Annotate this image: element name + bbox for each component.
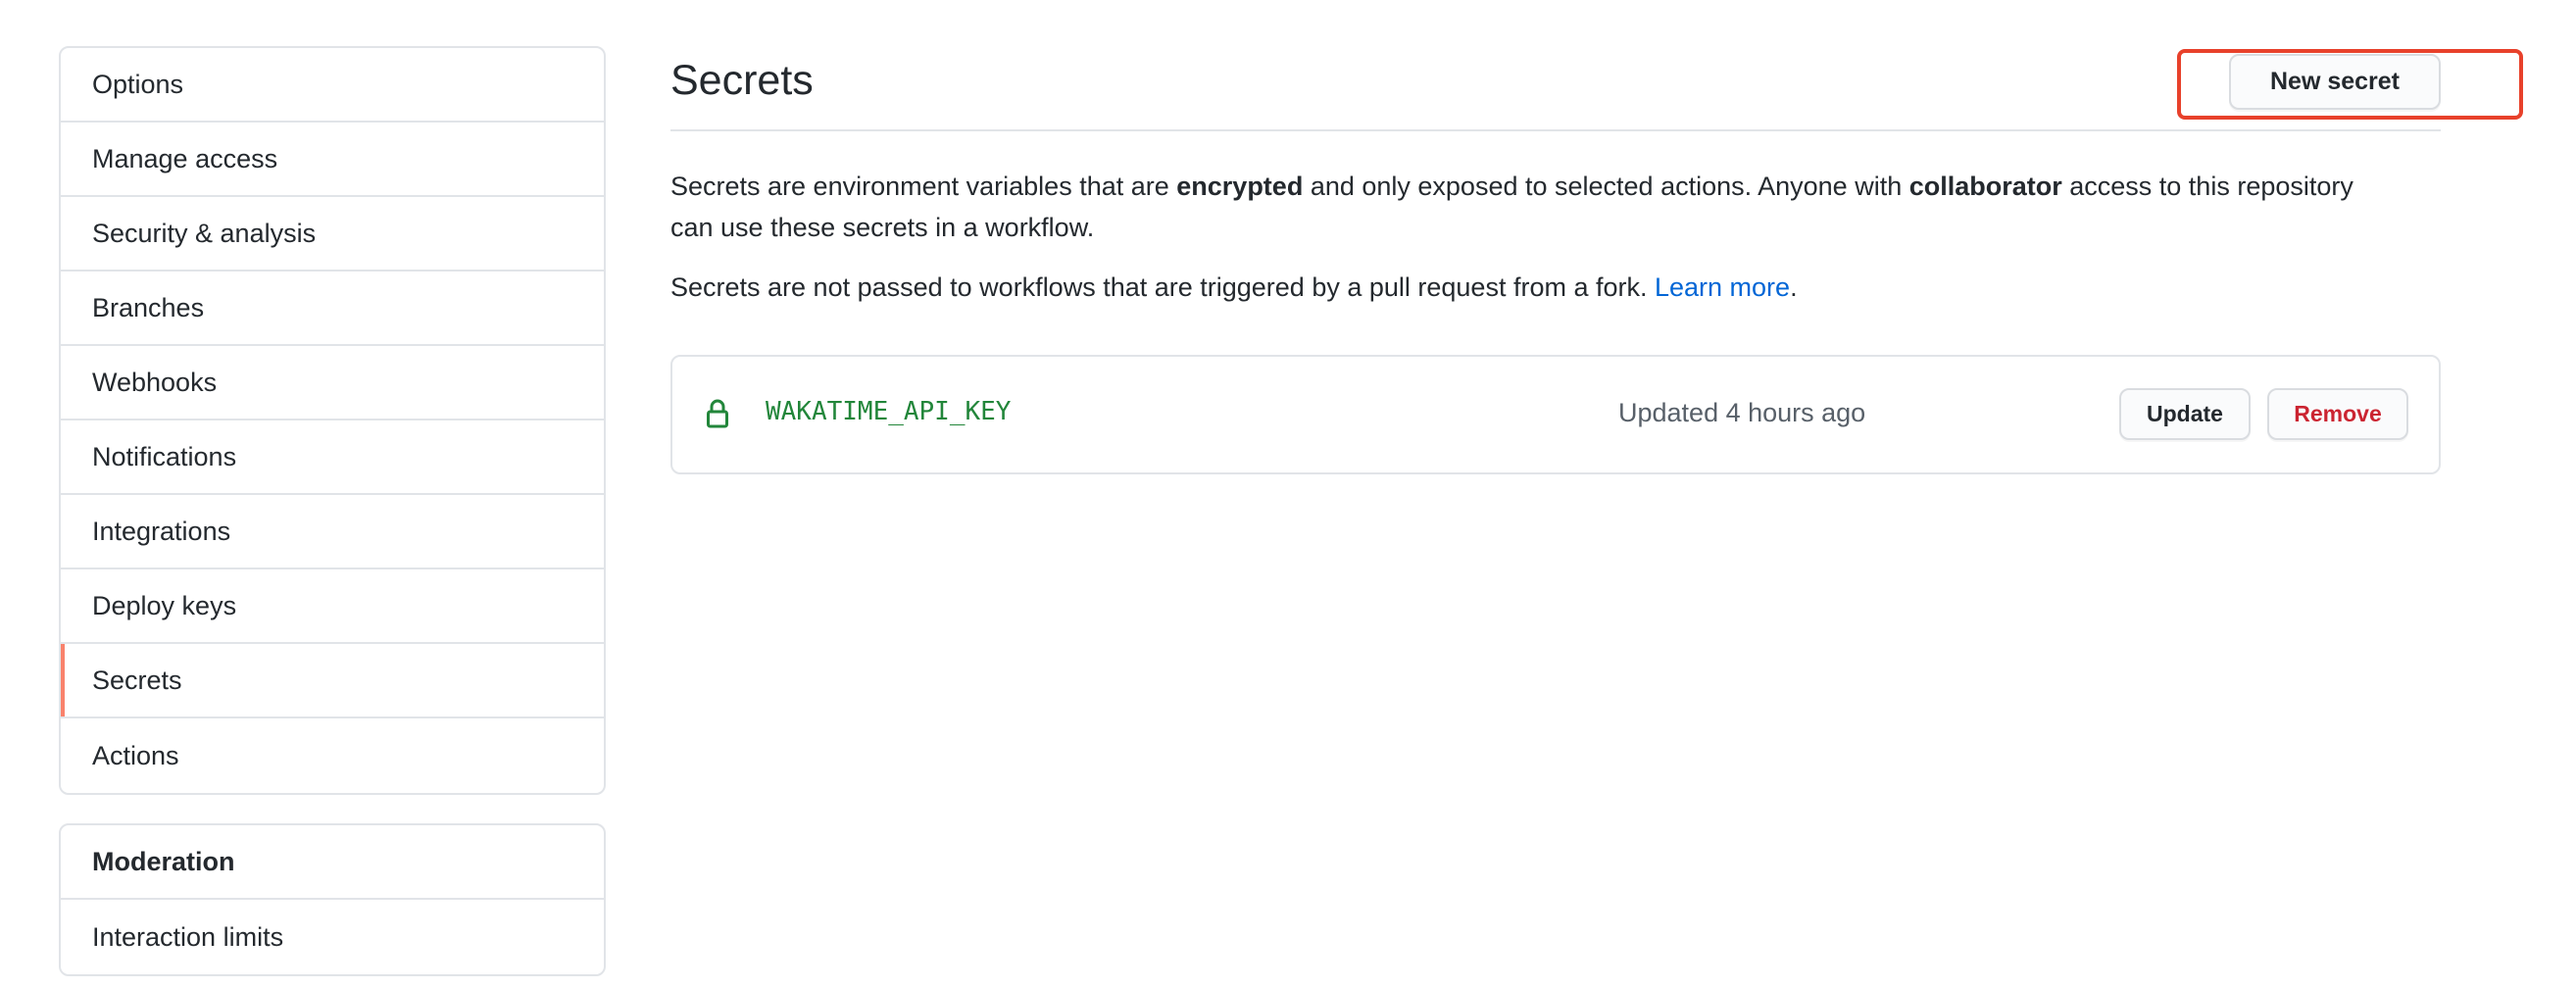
- sidebar-item-interaction-limits[interactable]: Interaction limits: [61, 900, 604, 974]
- learn-more-link[interactable]: Learn more: [1655, 272, 1790, 302]
- sidebar-item-actions[interactable]: Actions: [61, 718, 604, 793]
- intro-emphasis-encrypted: encrypted: [1176, 172, 1304, 201]
- sidebar-item-notifications[interactable]: Notifications: [61, 420, 604, 495]
- sidebar-item-manage-access[interactable]: Manage access: [61, 123, 604, 197]
- sidebar-item-webhooks[interactable]: Webhooks: [61, 346, 604, 420]
- lock-icon: [707, 399, 728, 428]
- intro-emphasis-collaborator: collaborator: [1908, 172, 2062, 201]
- secret-updated-time: Updated 4 hours ago: [1618, 398, 1866, 427]
- sidebar-item-deploy-keys[interactable]: Deploy keys: [61, 569, 604, 644]
- intro-text: and only exposed to selected actions. An…: [1303, 172, 1909, 201]
- header-divider: [670, 129, 2441, 131]
- sidebar-item-secrets[interactable]: Secrets: [61, 644, 604, 718]
- fork-notice-text: Secrets are not passed to workflows that…: [670, 272, 1655, 302]
- update-secret-button[interactable]: Update: [2119, 388, 2251, 440]
- fork-notice-end: .: [1790, 272, 1798, 302]
- secret-name: WAKATIME_API_KEY: [766, 397, 1012, 426]
- sidebar-item-integrations[interactable]: Integrations: [61, 495, 604, 569]
- sidebar-item-security-analysis[interactable]: Security & analysis: [61, 197, 604, 272]
- moderation-heading: Moderation: [61, 825, 604, 900]
- intro-paragraph: Secrets are environment variables that a…: [670, 166, 2396, 248]
- moderation-menu: Moderation Interaction limits: [59, 823, 606, 976]
- page-title: Secrets: [670, 57, 814, 104]
- remove-secret-button[interactable]: Remove: [2267, 388, 2408, 440]
- highlight-box: [2177, 49, 2523, 120]
- intro-text: Secrets are environment variables that a…: [670, 172, 1177, 201]
- sidebar-item-branches[interactable]: Branches: [61, 272, 604, 346]
- fork-notice: Secrets are not passed to workflows that…: [670, 267, 2396, 308]
- settings-menu: Options Manage access Security & analysi…: [59, 46, 606, 795]
- sidebar-item-options[interactable]: Options: [61, 48, 604, 123]
